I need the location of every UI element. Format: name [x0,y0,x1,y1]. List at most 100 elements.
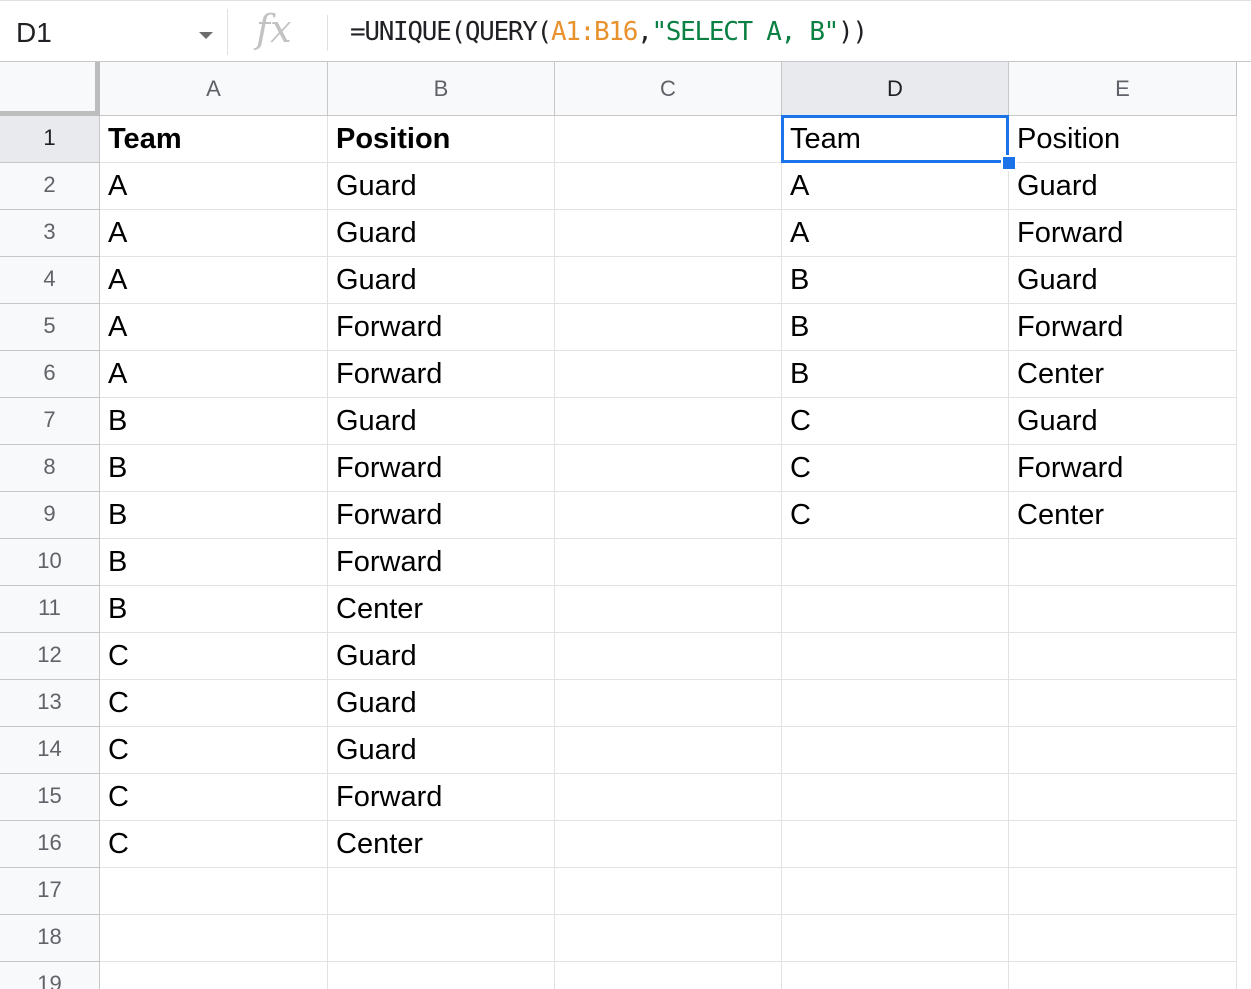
row-header-4[interactable]: 4 [0,257,100,304]
cell-b15[interactable]: Forward [328,774,555,821]
cell-d5[interactable]: B [782,304,1009,351]
cell-d2[interactable]: A [782,163,1009,210]
select-all-corner[interactable] [0,62,100,116]
row-header-7[interactable]: 7 [0,398,100,445]
cell-b2[interactable]: Guard [328,163,555,210]
cell-d4[interactable]: B [782,257,1009,304]
cell-c15[interactable] [555,774,782,821]
row-header-14[interactable]: 14 [0,727,100,774]
cell-a10[interactable]: B [100,539,328,586]
cell-a6[interactable]: A [100,351,328,398]
cell-a14[interactable]: C [100,727,328,774]
cell-a5[interactable]: A [100,304,328,351]
row-header-2[interactable]: 2 [0,163,100,210]
row-header-16[interactable]: 16 [0,821,100,868]
row-header-19[interactable]: 19 [0,962,100,989]
row-header-1[interactable]: 1 [0,116,100,163]
cell-c10[interactable] [555,539,782,586]
row-header-6[interactable]: 6 [0,351,100,398]
cell-c5[interactable] [555,304,782,351]
cell-d13[interactable] [782,680,1009,727]
cell-c17[interactable] [555,868,782,915]
cell-c1[interactable] [555,116,782,163]
cell-e14[interactable] [1009,727,1237,774]
column-header-b[interactable]: B [328,62,555,116]
cell-b7[interactable]: Guard [328,398,555,445]
column-header-d[interactable]: D [782,62,1009,116]
cell-d3[interactable]: A [782,210,1009,257]
cell-e1[interactable]: Position [1009,116,1237,163]
cell-e15[interactable] [1009,774,1237,821]
cell-c16[interactable] [555,821,782,868]
column-header-e[interactable]: E [1009,62,1237,116]
cell-e9[interactable]: Center [1009,492,1237,539]
row-header-10[interactable]: 10 [0,539,100,586]
cell-e5[interactable]: Forward [1009,304,1237,351]
cell-c3[interactable] [555,210,782,257]
cell-c6[interactable] [555,351,782,398]
cell-b13[interactable]: Guard [328,680,555,727]
cell-e18[interactable] [1009,915,1237,962]
cell-b8[interactable]: Forward [328,445,555,492]
cell-e13[interactable] [1009,680,1237,727]
cell-e8[interactable]: Forward [1009,445,1237,492]
cell-d10[interactable] [782,539,1009,586]
cell-a18[interactable] [100,915,328,962]
cell-d18[interactable] [782,915,1009,962]
cell-a3[interactable]: A [100,210,328,257]
cell-d7[interactable]: C [782,398,1009,445]
cell-a13[interactable]: C [100,680,328,727]
row-header-3[interactable]: 3 [0,210,100,257]
cell-b19[interactable] [328,962,555,989]
cell-a17[interactable] [100,868,328,915]
cell-b16[interactable]: Center [328,821,555,868]
cell-e6[interactable]: Center [1009,351,1237,398]
cell-c12[interactable] [555,633,782,680]
cell-e4[interactable]: Guard [1009,257,1237,304]
cell-a11[interactable]: B [100,586,328,633]
cell-d6[interactable]: B [782,351,1009,398]
fill-handle[interactable] [1001,155,1017,171]
cell-a8[interactable]: B [100,445,328,492]
cell-c14[interactable] [555,727,782,774]
cell-b6[interactable]: Forward [328,351,555,398]
cell-c19[interactable] [555,962,782,989]
cell-c4[interactable] [555,257,782,304]
cell-c7[interactable] [555,398,782,445]
cell-e11[interactable] [1009,586,1237,633]
cell-c13[interactable] [555,680,782,727]
cell-b14[interactable]: Guard [328,727,555,774]
cell-d15[interactable] [782,774,1009,821]
cell-a4[interactable]: A [100,257,328,304]
cell-b17[interactable] [328,868,555,915]
cell-e7[interactable]: Guard [1009,398,1237,445]
row-header-9[interactable]: 9 [0,492,100,539]
cell-a1[interactable]: Team [100,116,328,163]
cell-b9[interactable]: Forward [328,492,555,539]
formula-input[interactable]: =UNIQUE(QUERY(A1:B16,"SELECT A, B")) [350,17,868,47]
chevron-down-icon[interactable] [199,32,213,39]
cell-e3[interactable]: Forward [1009,210,1237,257]
cell-b12[interactable]: Guard [328,633,555,680]
cell-b11[interactable]: Center [328,586,555,633]
cell-d8[interactable]: C [782,445,1009,492]
row-header-15[interactable]: 15 [0,774,100,821]
cell-a15[interactable]: C [100,774,328,821]
cell-d9[interactable]: C [782,492,1009,539]
row-header-17[interactable]: 17 [0,868,100,915]
cell-d17[interactable] [782,868,1009,915]
cell-a9[interactable]: B [100,492,328,539]
cell-b4[interactable]: Guard [328,257,555,304]
row-header-8[interactable]: 8 [0,445,100,492]
cell-c8[interactable] [555,445,782,492]
cell-e17[interactable] [1009,868,1237,915]
cell-d12[interactable] [782,633,1009,680]
cell-e16[interactable] [1009,821,1237,868]
cell-b1[interactable]: Position [328,116,555,163]
cell-b5[interactable]: Forward [328,304,555,351]
cell-c2[interactable] [555,163,782,210]
row-header-11[interactable]: 11 [0,586,100,633]
cell-c11[interactable] [555,586,782,633]
row-header-13[interactable]: 13 [0,680,100,727]
cell-c9[interactable] [555,492,782,539]
